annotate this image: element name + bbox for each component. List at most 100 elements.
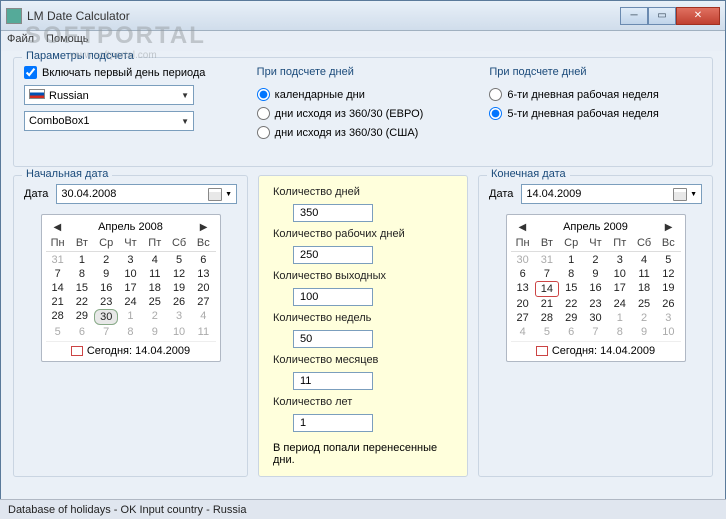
- calendar-day[interactable]: 14: [46, 281, 70, 295]
- weeks-input[interactable]: [293, 330, 373, 348]
- calendar-day[interactable]: 31: [46, 253, 70, 267]
- calendar-day[interactable]: 18: [143, 281, 167, 295]
- calendar-day[interactable]: 3: [118, 253, 142, 267]
- months-input[interactable]: [293, 372, 373, 390]
- calendar-day[interactable]: 5: [46, 325, 70, 339]
- calendar-day[interactable]: 11: [143, 267, 167, 281]
- calendar-day[interactable]: 15: [70, 281, 94, 295]
- workdays-input[interactable]: [293, 246, 373, 264]
- calendar-day[interactable]: 6: [511, 267, 535, 281]
- calendar-day[interactable]: 1: [559, 253, 583, 267]
- calendar-day[interactable]: 2: [94, 253, 118, 267]
- end-today-link[interactable]: Сегодня: 14.04.2009: [511, 341, 681, 357]
- calendar-day[interactable]: 18: [632, 281, 656, 297]
- calendar-day[interactable]: 1: [608, 311, 632, 325]
- calendar-day[interactable]: 17: [118, 281, 142, 295]
- calendar-day[interactable]: 4: [632, 253, 656, 267]
- calendar-day[interactable]: 26: [167, 295, 191, 309]
- radio-5day-week[interactable]: 5-ти дневная рабочая неделя: [489, 107, 702, 120]
- calendar-day[interactable]: 22: [70, 295, 94, 309]
- calendar-day[interactable]: 4: [143, 253, 167, 267]
- calendar-day[interactable]: 16: [94, 281, 118, 295]
- radio-360-euro[interactable]: дни исходя из 360/30 (ЕВРО): [257, 107, 470, 120]
- calendar-day[interactable]: 31: [535, 253, 559, 267]
- prev-month-button[interactable]: ◀: [515, 222, 531, 233]
- next-month-button[interactable]: ▶: [196, 222, 212, 233]
- calendar-day[interactable]: 13: [191, 267, 215, 281]
- start-calendar[interactable]: ◀ Апрель 2008 ▶ ПнВтСрЧтПтСбВс3112345678…: [41, 214, 221, 362]
- calendar-day[interactable]: 22: [559, 297, 583, 311]
- include-first-day-checkbox[interactable]: Включать первый день периода: [24, 66, 237, 79]
- calendar-day[interactable]: 24: [118, 295, 142, 309]
- start-date-input[interactable]: 30.04.2008 ▼: [56, 184, 237, 204]
- menu-help[interactable]: Помощь: [46, 33, 89, 49]
- days-input[interactable]: [293, 204, 373, 222]
- calendar-day[interactable]: 5: [535, 325, 559, 339]
- prev-month-button[interactable]: ◀: [50, 222, 66, 233]
- calendar-day[interactable]: 4: [511, 325, 535, 339]
- calendar-day[interactable]: 28: [535, 311, 559, 325]
- radio-calendar-days[interactable]: календарные дни: [257, 88, 470, 101]
- calendar-day[interactable]: 14: [535, 281, 559, 297]
- calendar-day[interactable]: 9: [632, 325, 656, 339]
- calendar-day[interactable]: 7: [46, 267, 70, 281]
- calendar-day[interactable]: 16: [583, 281, 607, 297]
- calendar-day[interactable]: 29: [70, 309, 94, 325]
- calendar-day[interactable]: 3: [608, 253, 632, 267]
- calendar-day[interactable]: 29: [559, 311, 583, 325]
- calendar-day[interactable]: 10: [167, 325, 191, 339]
- calendar-day[interactable]: 8: [608, 325, 632, 339]
- menu-file[interactable]: Файл: [7, 33, 34, 49]
- end-calendar[interactable]: ◀ Апрель 2009 ▶ ПнВтСрЧтПтСбВс3031123456…: [506, 214, 686, 362]
- calendar-day[interactable]: 5: [167, 253, 191, 267]
- combobox1[interactable]: ComboBox1 ▼: [24, 111, 194, 131]
- maximize-button[interactable]: ▭: [648, 7, 676, 25]
- calendar-day[interactable]: 2: [143, 309, 167, 325]
- radio-360-usa[interactable]: дни исходя из 360/30 (США): [257, 126, 470, 139]
- calendar-day[interactable]: 20: [191, 281, 215, 295]
- calendar-day[interactable]: 3: [656, 311, 680, 325]
- calendar-day[interactable]: 12: [656, 267, 680, 281]
- calendar-day[interactable]: 17: [608, 281, 632, 297]
- calendar-day[interactable]: 23: [94, 295, 118, 309]
- holidays-input[interactable]: [293, 288, 373, 306]
- calendar-day[interactable]: 1: [70, 253, 94, 267]
- calendar-day[interactable]: 10: [608, 267, 632, 281]
- calendar-day[interactable]: 2: [583, 253, 607, 267]
- language-combo[interactable]: Russian ▼: [24, 85, 194, 105]
- calendar-day[interactable]: 9: [143, 325, 167, 339]
- minimize-button[interactable]: ─: [620, 7, 648, 25]
- calendar-day[interactable]: 2: [632, 311, 656, 325]
- calendar-day[interactable]: 5: [656, 253, 680, 267]
- calendar-day[interactable]: 1: [118, 309, 142, 325]
- calendar-day[interactable]: 20: [511, 297, 535, 311]
- calendar-day[interactable]: 30: [94, 309, 118, 325]
- calendar-day[interactable]: 19: [167, 281, 191, 295]
- calendar-day[interactable]: 10: [118, 267, 142, 281]
- calendar-day[interactable]: 8: [118, 325, 142, 339]
- calendar-day[interactable]: 3: [167, 309, 191, 325]
- calendar-day[interactable]: 12: [167, 267, 191, 281]
- calendar-day[interactable]: 4: [191, 309, 215, 325]
- calendar-day[interactable]: 11: [191, 325, 215, 339]
- calendar-day[interactable]: 7: [583, 325, 607, 339]
- calendar-day[interactable]: 27: [191, 295, 215, 309]
- calendar-day[interactable]: 8: [559, 267, 583, 281]
- calendar-day[interactable]: 10: [656, 325, 680, 339]
- calendar-day[interactable]: 25: [632, 297, 656, 311]
- calendar-day[interactable]: 21: [46, 295, 70, 309]
- calendar-day[interactable]: 30: [511, 253, 535, 267]
- calendar-day[interactable]: 28: [46, 309, 70, 325]
- calendar-day[interactable]: 9: [583, 267, 607, 281]
- calendar-day[interactable]: 25: [143, 295, 167, 309]
- calendar-day[interactable]: 27: [511, 311, 535, 325]
- radio-6day-week[interactable]: 6-ти дневная рабочая неделя: [489, 88, 702, 101]
- calendar-day[interactable]: 8: [70, 267, 94, 281]
- calendar-day[interactable]: 19: [656, 281, 680, 297]
- calendar-day[interactable]: 26: [656, 297, 680, 311]
- calendar-day[interactable]: 11: [632, 267, 656, 281]
- end-date-input[interactable]: 14.04.2009 ▼: [521, 184, 702, 204]
- calendar-day[interactable]: 13: [511, 281, 535, 297]
- calendar-day[interactable]: 23: [583, 297, 607, 311]
- calendar-day[interactable]: 6: [191, 253, 215, 267]
